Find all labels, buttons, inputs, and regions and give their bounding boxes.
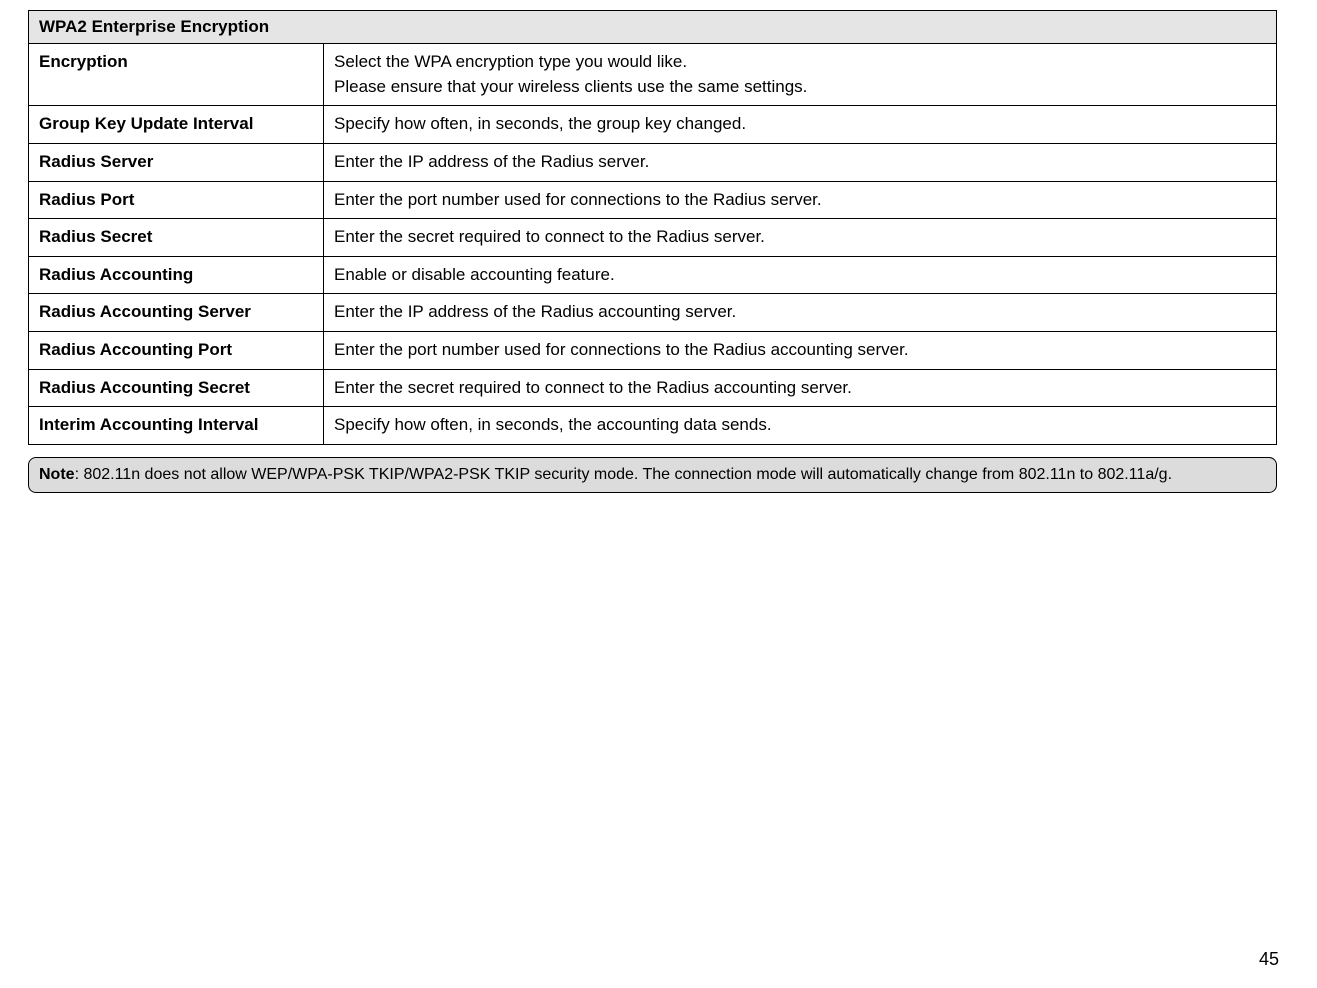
note-box: Note: 802.11n does not allow WEP/WPA-PSK… xyxy=(28,457,1277,493)
row-desc: Enter the port number used for connectio… xyxy=(324,181,1277,219)
row-label: Radius Accounting xyxy=(29,256,324,294)
row-label: Radius Port xyxy=(29,181,324,219)
row-label: Radius Accounting Secret xyxy=(29,369,324,407)
row-desc: Enter the IP address of the Radius accou… xyxy=(324,294,1277,332)
table-row: Radius Port Enter the port number used f… xyxy=(29,181,1277,219)
row-label: Encryption xyxy=(29,44,324,106)
table-row: Encryption Select the WPA encryption typ… xyxy=(29,44,1277,106)
table-row: Radius Server Enter the IP address of th… xyxy=(29,143,1277,181)
row-desc: Enable or disable accounting feature. xyxy=(324,256,1277,294)
row-desc: Specify how often, in seconds, the group… xyxy=(324,106,1277,144)
note-label: Note xyxy=(39,466,75,483)
row-desc: Enter the secret required to connect to … xyxy=(324,369,1277,407)
table-row: Group Key Update Interval Specify how of… xyxy=(29,106,1277,144)
row-label: Radius Secret xyxy=(29,219,324,257)
table-row: Radius Accounting Port Enter the port nu… xyxy=(29,332,1277,370)
row-label: Radius Accounting Port xyxy=(29,332,324,370)
row-label: Group Key Update Interval xyxy=(29,106,324,144)
row-label: Radius Accounting Server xyxy=(29,294,324,332)
table-row: Radius Accounting Enable or disable acco… xyxy=(29,256,1277,294)
row-desc: Enter the port number used for connectio… xyxy=(324,332,1277,370)
table-title: WPA2 Enterprise Encryption xyxy=(29,11,1277,44)
row-desc: Specify how often, in seconds, the accou… xyxy=(324,407,1277,445)
row-desc: Select the WPA encryption type you would… xyxy=(324,44,1277,106)
table-row: Radius Accounting Secret Enter the secre… xyxy=(29,369,1277,407)
note-text: : 802.11n does not allow WEP/WPA-PSK TKI… xyxy=(75,466,1172,483)
table-row: Interim Accounting Interval Specify how … xyxy=(29,407,1277,445)
page-number: 45 xyxy=(1259,949,1279,970)
row-label: Interim Accounting Interval xyxy=(29,407,324,445)
row-label: Radius Server xyxy=(29,143,324,181)
row-desc: Enter the IP address of the Radius serve… xyxy=(324,143,1277,181)
config-table: WPA2 Enterprise Encryption Encryption Se… xyxy=(28,10,1277,445)
table-row: Radius Secret Enter the secret required … xyxy=(29,219,1277,257)
table-row: Radius Accounting Server Enter the IP ad… xyxy=(29,294,1277,332)
row-desc: Enter the secret required to connect to … xyxy=(324,219,1277,257)
table-body: Encryption Select the WPA encryption typ… xyxy=(29,44,1277,445)
